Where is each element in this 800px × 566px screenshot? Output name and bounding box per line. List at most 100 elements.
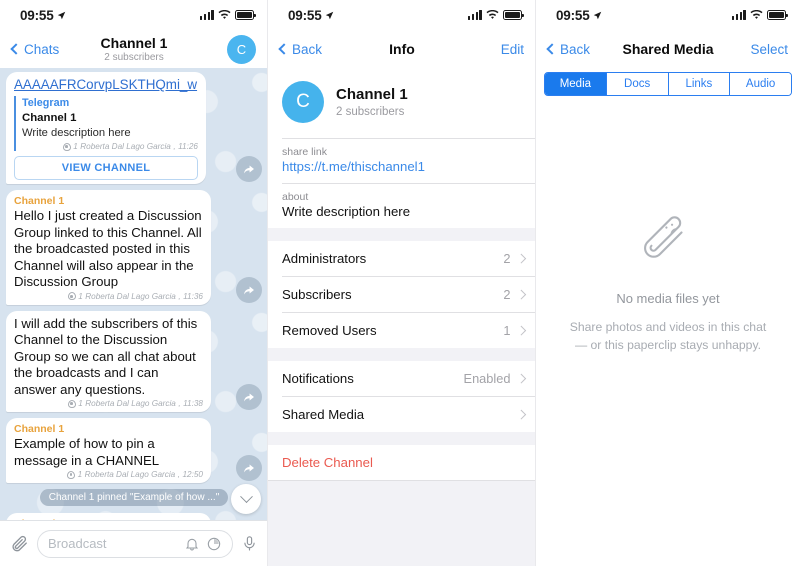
edit-button[interactable]: Edit [501, 42, 524, 57]
forward-arrow-icon[interactable] [236, 384, 262, 411]
empty-state-title: No media files yet [616, 291, 720, 306]
views-eye-icon [67, 399, 76, 408]
status-time-text: 09:55 [288, 7, 322, 23]
cellular-bars-icon [731, 10, 746, 20]
avatar[interactable]: C [227, 34, 256, 64]
message-text: Example of how to pin a message in a CHA… [14, 436, 160, 468]
nav-bar-media: Back Shared Media Select [536, 30, 800, 68]
status-bar-chat: 09:55 [0, 0, 268, 30]
row-value: Enabled [463, 371, 511, 386]
back-button[interactable]: Back [278, 42, 322, 57]
forward-arrow-icon[interactable] [236, 276, 262, 303]
message-bubble[interactable]: Channel 1 Hello I just created a Discuss… [6, 190, 211, 305]
row-removed-users[interactable]: Removed Users 1 [268, 313, 536, 348]
delete-channel-button[interactable]: Delete Channel [268, 445, 536, 480]
forward-arrow-icon[interactable] [236, 156, 262, 183]
tab-docs[interactable]: Docs [606, 73, 669, 95]
paperclip-icon[interactable] [10, 534, 29, 553]
row-shared-media[interactable]: Shared Media [268, 397, 536, 432]
chevron-down-icon [239, 489, 253, 503]
view-channel-button[interactable]: VIEW CHANNEL [14, 156, 198, 181]
status-time: 09:55 [556, 8, 602, 23]
page-title: Channel 1 [100, 34, 168, 51]
section-gap [268, 228, 536, 241]
profile-group: C Channel 1 2 subscribers share link htt… [268, 68, 536, 228]
members-group: Administrators 2 Subscribers 2 Removed U… [268, 241, 536, 348]
chevron-left-icon [278, 43, 290, 55]
message-row: Channel 1 Example of how to pin a messag… [0, 418, 268, 484]
about-value: Write description here [282, 204, 411, 219]
broadcast-input[interactable]: Broadcast [37, 529, 233, 558]
row-label: Shared Media [282, 407, 365, 422]
page-title: Info [389, 40, 415, 57]
message-row: AAAAAFRCorvpLSKTHQmi_w Telegram Channel … [0, 72, 268, 185]
bell-icon[interactable] [184, 536, 200, 552]
row-notifications[interactable]: Notifications Enabled [268, 361, 536, 396]
cellular-bars-icon [467, 10, 482, 20]
status-indicators [467, 10, 524, 20]
profile-text: Channel 1 2 subscribers [336, 86, 408, 118]
link-preview-card[interactable]: Telegram Channel 1 Write description her… [14, 96, 198, 152]
tab-links[interactable]: Links [668, 73, 731, 95]
nav-bar-info: Back Info Edit [268, 30, 536, 68]
info-scroll-area[interactable]: C Channel 1 2 subscribers share link htt… [268, 68, 536, 566]
select-button[interactable]: Select [750, 42, 788, 57]
message-link-text[interactable]: AAAAAFRCorvpLSKTHQmi_w [14, 77, 198, 93]
back-label: Back [560, 41, 591, 57]
row-label: Removed Users [282, 323, 377, 338]
tab-audio[interactable]: Audio [730, 73, 791, 95]
microphone-icon[interactable] [241, 534, 258, 553]
preview-site-name: Telegram [22, 97, 70, 110]
panel-channel-chat: 09:55 Chats Channel 1 2 subscribers C AA… [0, 0, 268, 566]
row-label: Notifications [282, 371, 354, 386]
empty-state-subtitle: Share photos and videos in this chat — o… [569, 320, 767, 352]
back-label: Chats [24, 41, 60, 57]
message-signature: Roberta Dal Lago Garcia [84, 470, 176, 480]
scroll-to-bottom-button[interactable] [231, 484, 261, 514]
status-time-text: 09:55 [20, 7, 54, 23]
message-signature: Roberta Dal Lago Garcia [85, 399, 176, 409]
channel-profile: C Channel 1 2 subscribers [268, 68, 536, 138]
row-value: 1 [503, 323, 511, 338]
share-link-value[interactable]: https://t.me/thischannel1 [282, 159, 522, 174]
battery-full-icon [235, 10, 256, 20]
message-time: 11:36 [183, 291, 203, 301]
battery-full-icon [767, 10, 788, 20]
message-meta: 1 Roberta Dal Lago Garcia, 11:26 [22, 142, 198, 151]
status-time-text: 09:55 [556, 7, 590, 23]
back-to-chats-button[interactable]: Chats [10, 41, 60, 57]
row-subscribers[interactable]: Subscribers 2 [268, 277, 536, 312]
views-count: 1 [78, 399, 83, 409]
pinned-notice-text: Channel 1 pinned "Example of how ..." [39, 489, 229, 507]
status-indicators [199, 10, 256, 20]
chevron-right-icon [516, 289, 526, 300]
section-gap [268, 432, 536, 445]
preview-description: Write description here [22, 127, 131, 140]
divider [268, 480, 536, 481]
nav-bar-chat: Chats Channel 1 2 subscribers C [0, 30, 268, 68]
message-author: Channel 1 [14, 195, 65, 208]
message-bubble-link[interactable]: Channel 1 https://t.me/c/1307925099/11 1… [6, 513, 211, 520]
share-link-row[interactable]: share link https://t.me/thischannel1 [268, 139, 536, 183]
message-bubble-link-preview[interactable]: AAAAAFRCorvpLSKTHQmi_w Telegram Channel … [6, 72, 206, 185]
about-row: about Write description here [268, 184, 536, 228]
status-bar-media: 09:55 [536, 0, 800, 30]
forward-arrow-icon[interactable] [236, 455, 262, 482]
message-list[interactable]: AAAAAFRCorvpLSKTHQmi_w Telegram Channel … [0, 68, 268, 520]
views-eye-icon [67, 470, 76, 479]
media-segmented-control[interactable]: Media Docs Links Audio [544, 72, 792, 96]
tab-media[interactable]: Media [545, 73, 607, 95]
back-button[interactable]: Back [546, 41, 591, 57]
status-time: 09:55 [288, 8, 334, 23]
status-bar-info: 09:55 [268, 0, 536, 30]
row-value: 2 [503, 287, 511, 302]
message-signature: Roberta Dal Lago Garcia [85, 291, 176, 301]
views-count: 1 [73, 142, 78, 152]
message-row: I will add the subscribers of this Chann… [0, 310, 268, 413]
timer-icon[interactable] [206, 536, 222, 552]
row-administrators[interactable]: Administrators 2 [268, 241, 536, 276]
message-bubble[interactable]: Channel 1 Example of how to pin a messag… [6, 418, 211, 484]
panel-channel-info: 09:55 Back Info Edit C Channel 1 2 subsc… [268, 0, 536, 566]
battery-full-icon [503, 10, 524, 20]
message-bubble[interactable]: I will add the subscribers of this Chann… [6, 310, 211, 413]
